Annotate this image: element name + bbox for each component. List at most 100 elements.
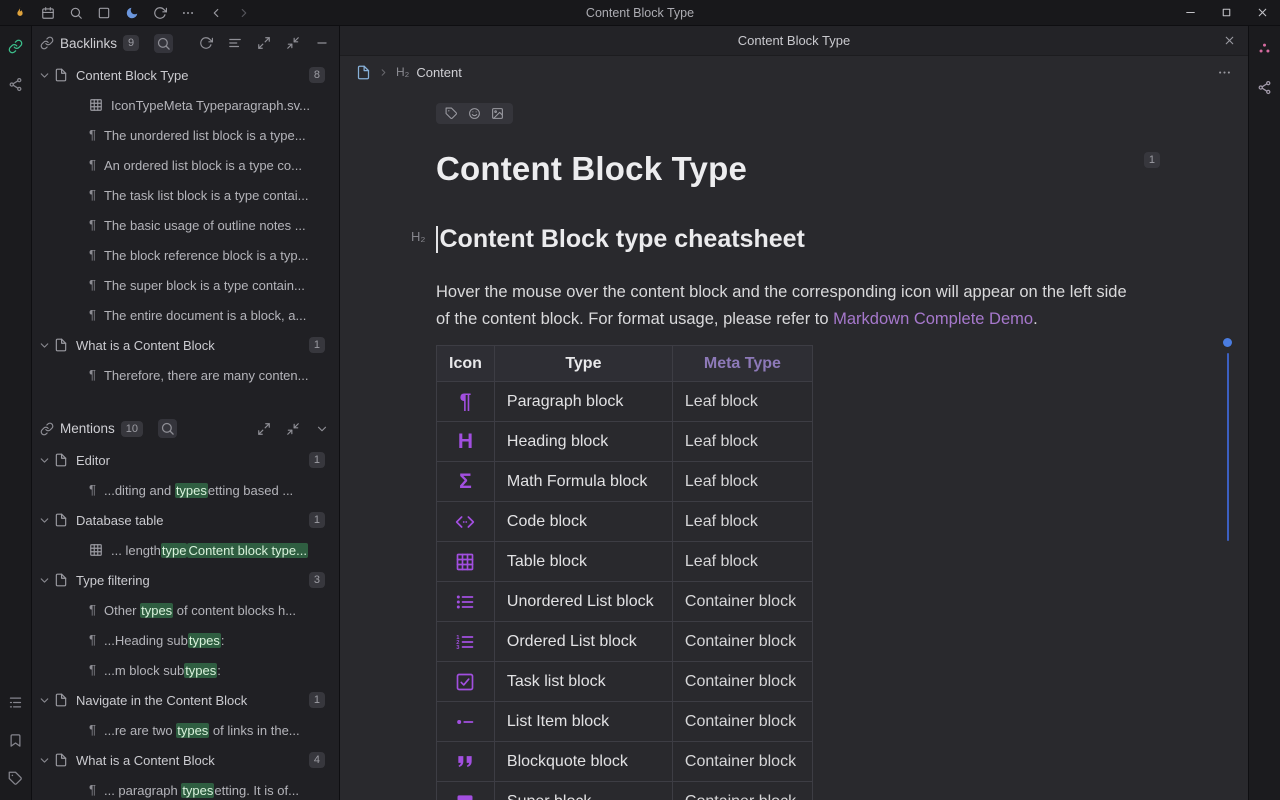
chevron-down-icon[interactable] xyxy=(38,754,51,767)
graph-dock-icon[interactable] xyxy=(4,72,28,96)
heading-gutter-label[interactable]: H₂ xyxy=(411,229,425,244)
mention-doc-row[interactable]: Editor1 xyxy=(32,445,339,475)
search-icon[interactable] xyxy=(158,419,177,438)
type-cell[interactable]: Table block xyxy=(494,542,672,582)
type-cell[interactable]: Task list block xyxy=(494,662,672,702)
chevron-down-icon[interactable] xyxy=(38,69,51,82)
window-close-button[interactable] xyxy=(1244,0,1280,26)
layout-icon[interactable] xyxy=(228,36,242,50)
backlink-item-row[interactable]: ¶The unordered list block is a type... xyxy=(32,120,339,150)
tab-close-icon[interactable] xyxy=(1223,34,1236,47)
nav-back-icon[interactable] xyxy=(202,0,230,26)
tag-icon[interactable] xyxy=(445,107,458,120)
paragraph-icon: ¶ xyxy=(89,633,96,647)
meta-cell[interactable]: Leaf block xyxy=(672,382,812,422)
paragraph-block[interactable]: Hover the mouse over the content block a… xyxy=(436,279,1142,333)
backlink-item-row[interactable]: ¶An ordered list block is a type co... xyxy=(32,150,339,180)
type-cell[interactable]: Super block xyxy=(494,782,672,800)
backlinks-dock-icon[interactable] xyxy=(4,34,28,58)
document-icon[interactable] xyxy=(356,65,371,80)
chevron-down-icon[interactable] xyxy=(38,454,51,467)
backlink-doc-row[interactable]: Content Block Type8 xyxy=(32,60,339,90)
backlink-item-row[interactable]: ¶The basic usage of outline notes ... xyxy=(32,210,339,240)
type-cell[interactable]: Paragraph block xyxy=(494,382,672,422)
bookmark-dock-icon[interactable] xyxy=(4,728,28,752)
meta-cell[interactable]: Container block xyxy=(672,662,812,702)
backlink-item-row[interactable]: IconTypeMeta Typeparagraph.sv... xyxy=(32,90,339,120)
backlink-doc-row[interactable]: What is a Content Block1 xyxy=(32,330,339,360)
tag-dock-icon[interactable] xyxy=(4,766,28,790)
window-minimize-button[interactable] xyxy=(1172,0,1208,26)
mention-doc-row[interactable]: Type filtering3 xyxy=(32,565,339,595)
image-icon[interactable] xyxy=(491,107,504,120)
expand-icon[interactable] xyxy=(257,422,271,436)
meta-cell[interactable]: Leaf block xyxy=(672,462,812,502)
meta-cell[interactable]: Leaf block xyxy=(672,502,812,542)
type-cell[interactable]: Heading block xyxy=(494,422,672,462)
type-cell[interactable]: Code block xyxy=(494,502,672,542)
mention-item-row[interactable]: ¶... paragraph typesetting. It is of... xyxy=(32,775,339,800)
chevron-down-icon[interactable] xyxy=(38,574,51,587)
meta-cell[interactable]: Container block xyxy=(672,622,812,662)
search-icon[interactable] xyxy=(154,34,173,53)
backlink-item-row[interactable]: ¶The task list block is a type contai... xyxy=(32,180,339,210)
min-panel-icon[interactable] xyxy=(315,36,329,50)
markdown-demo-link[interactable]: Markdown Complete Demo xyxy=(833,310,1033,328)
chevron-down-icon[interactable] xyxy=(38,514,51,527)
daily-note-icon[interactable] xyxy=(34,0,62,26)
app-logo-icon[interactable] xyxy=(6,0,34,26)
type-cell[interactable]: List Item block xyxy=(494,702,672,742)
chevron-down-icon[interactable] xyxy=(38,339,51,352)
nav-forward-icon[interactable] xyxy=(230,0,258,26)
outline-dock-icon[interactable] xyxy=(4,690,28,714)
meta-cell[interactable]: Container block xyxy=(672,742,812,782)
meta-cell[interactable]: Container block xyxy=(672,702,812,742)
meta-cell[interactable]: Leaf block xyxy=(672,542,812,582)
mention-item-row[interactable]: ¶...m block subtypes: xyxy=(32,655,339,685)
plugin-icon-2[interactable] xyxy=(1253,75,1277,99)
mention-doc-row[interactable]: What is a Content Block4 xyxy=(32,745,339,775)
mention-item-row[interactable]: ¶...re are two types of links in the... xyxy=(32,715,339,745)
tab-title[interactable]: Content Block Type xyxy=(738,33,851,48)
global-search-icon[interactable] xyxy=(62,0,90,26)
chevron-down-icon[interactable] xyxy=(38,694,51,707)
expand-icon[interactable] xyxy=(257,36,271,50)
more-menu-icon[interactable] xyxy=(174,0,202,26)
type-cell[interactable]: Blockquote block xyxy=(494,742,672,782)
more-options-icon[interactable] xyxy=(1217,65,1232,80)
scroll-indicator-dot[interactable] xyxy=(1223,338,1232,347)
meta-cell[interactable]: Leaf block xyxy=(672,422,812,462)
collapse-icon[interactable] xyxy=(286,422,300,436)
mention-item-row[interactable]: ... lengthtypeContent block type... xyxy=(32,535,339,565)
window-maximize-button[interactable] xyxy=(1208,0,1244,26)
section-heading[interactable]: Content Block type cheatsheet xyxy=(440,225,805,254)
mention-doc-row[interactable]: Navigate in the Content Block1 xyxy=(32,685,339,715)
chevron-down-icon[interactable] xyxy=(315,422,329,436)
type-cell[interactable]: Unordered List block xyxy=(494,582,672,622)
theme-mode-icon[interactable] xyxy=(118,0,146,26)
type-cell[interactable]: Math Formula block xyxy=(494,462,672,502)
ref-count-badge[interactable]: 1 xyxy=(1144,152,1160,168)
mention-item-row[interactable]: ¶...Heading subtypes: xyxy=(32,625,339,655)
breadcrumb-heading-item[interactable]: Content xyxy=(416,65,462,80)
sync-icon[interactable] xyxy=(146,0,174,26)
backlink-item-row[interactable]: ¶The entire document is a block, a... xyxy=(32,300,339,330)
plugin-icon-1[interactable] xyxy=(1253,36,1277,60)
backlink-item-row[interactable]: ¶The block reference block is a typ... xyxy=(32,240,339,270)
collapse-icon[interactable] xyxy=(286,36,300,50)
mention-item-row[interactable]: ¶Other types of content blocks h... xyxy=(32,595,339,625)
backlink-item-row[interactable]: ¶Therefore, there are many conten... xyxy=(32,360,339,390)
type-cell[interactable]: Ordered List block xyxy=(494,622,672,662)
refresh-icon[interactable] xyxy=(199,36,213,50)
mention-item-row[interactable]: ¶...diting and typesetting based ... xyxy=(32,475,339,505)
meta-cell[interactable]: Container block xyxy=(672,582,812,622)
doc-title[interactable]: Content Block Type xyxy=(436,147,1248,191)
meta-cell[interactable]: Container block xyxy=(672,782,812,800)
match-highlight: types xyxy=(140,603,173,618)
scrollbar[interactable] xyxy=(1227,353,1229,541)
table-row: ΣMath Formula blockLeaf block xyxy=(437,462,813,502)
backlink-item-row[interactable]: ¶The super block is a type contain... xyxy=(32,270,339,300)
emoji-icon[interactable] xyxy=(468,107,481,120)
flashcard-icon[interactable] xyxy=(90,0,118,26)
mention-doc-row[interactable]: Database table1 xyxy=(32,505,339,535)
